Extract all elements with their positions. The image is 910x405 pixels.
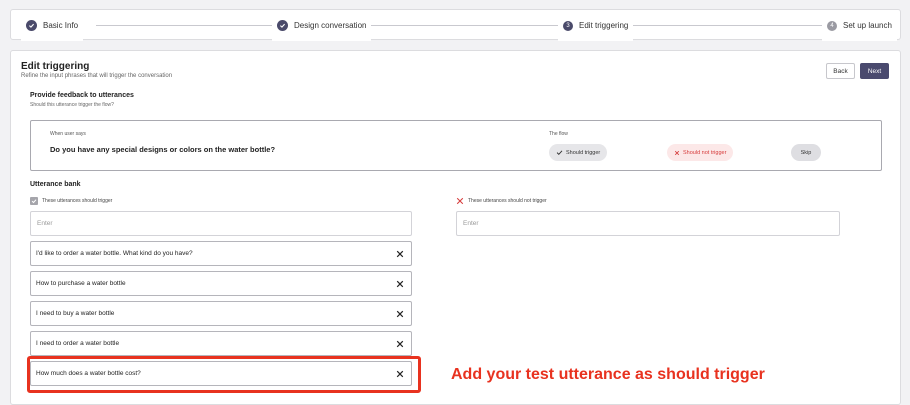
stepper-connector: [631, 25, 826, 26]
skip-button[interactable]: Skip: [791, 144, 821, 161]
utterance-bank-title: Utterance bank: [30, 181, 81, 188]
edit-triggering-panel: Edit triggering Refine the input phrases…: [10, 50, 901, 405]
step-label: Design conversation: [294, 21, 367, 30]
remove-utterance-icon[interactable]: [396, 340, 404, 348]
step-set-up-launch[interactable]: 4 Set up launch: [822, 10, 897, 41]
step-label: Basic Info: [43, 21, 79, 30]
close-icon: [674, 150, 680, 155]
page-subtitle: Refine the input phrases that will trigg…: [21, 73, 173, 79]
step-basic-info[interactable]: Basic Info: [21, 10, 84, 41]
checkbox-checked-icon: [30, 197, 38, 205]
should-trigger-column-label: These utterances should trigger: [42, 198, 113, 204]
feedback-title: Provide feedback to utterances: [30, 92, 134, 99]
should-not-trigger-label: Should not trigger: [683, 149, 727, 156]
utterance-text: How to purchase a water bottle: [36, 280, 126, 287]
should-not-trigger-column-label: These utterances should not trigger: [468, 198, 547, 204]
next-button[interactable]: Next: [860, 63, 889, 79]
should-trigger-label: Should trigger: [566, 149, 601, 156]
close-icon: [456, 197, 464, 205]
remove-utterance-icon[interactable]: [396, 250, 404, 258]
step-number-badge: 4: [827, 20, 837, 31]
utterance-row: I need to order a water bottle: [30, 331, 412, 356]
utterance-row: I'd like to order a water bottle. What k…: [30, 241, 412, 266]
page-title: Edit triggering: [21, 61, 90, 72]
step-design-conversation[interactable]: Design conversation: [272, 10, 372, 41]
the-flow-label: The flow: [549, 131, 568, 137]
check-icon: [556, 150, 563, 155]
step-label: Set up launch: [843, 21, 892, 30]
utterance-text: I need to buy a water bottle: [36, 310, 115, 317]
progress-stepper: Basic Info Design conversation 3 Edit tr…: [10, 9, 901, 41]
back-button[interactable]: Back: [826, 63, 855, 79]
step-label: Edit triggering: [579, 21, 629, 30]
annotation-callout: Add your test utterance as should trigge…: [451, 366, 765, 383]
utterance-text: I'd like to order a water bottle. What k…: [36, 250, 193, 257]
stepper-connector: [96, 25, 276, 26]
utterance-text: I need to order a water bottle: [36, 340, 120, 347]
feedback-subtitle: Should this utterance trigger the flow?: [30, 102, 114, 108]
remove-utterance-icon[interactable]: [396, 310, 404, 318]
should-trigger-input[interactable]: Enter: [30, 211, 412, 236]
should-trigger-header: These utterances should trigger: [30, 197, 112, 205]
feedback-utterance: Do you have any special designs or color…: [50, 145, 276, 154]
utterance-row: How to purchase a water bottle: [30, 271, 412, 296]
should-not-trigger-button[interactable]: Should not trigger: [667, 144, 734, 161]
step-number-badge: 3: [563, 20, 573, 31]
annotation-highlight-box: [27, 356, 421, 393]
feedback-card: When user says Do you have any special d…: [30, 120, 882, 171]
check-circle-icon: [26, 20, 37, 31]
should-trigger-button[interactable]: Should trigger: [549, 144, 608, 161]
step-edit-triggering[interactable]: 3 Edit triggering: [558, 10, 634, 41]
utterance-row: I need to buy a water bottle: [30, 301, 412, 326]
should-not-trigger-input[interactable]: Enter: [456, 211, 840, 236]
should-not-trigger-header: These utterances should not trigger: [456, 197, 547, 205]
stepper-connector: [366, 25, 561, 26]
when-user-says-label: When user says: [50, 131, 86, 137]
check-circle-icon: [277, 20, 288, 31]
remove-utterance-icon[interactable]: [396, 280, 404, 288]
